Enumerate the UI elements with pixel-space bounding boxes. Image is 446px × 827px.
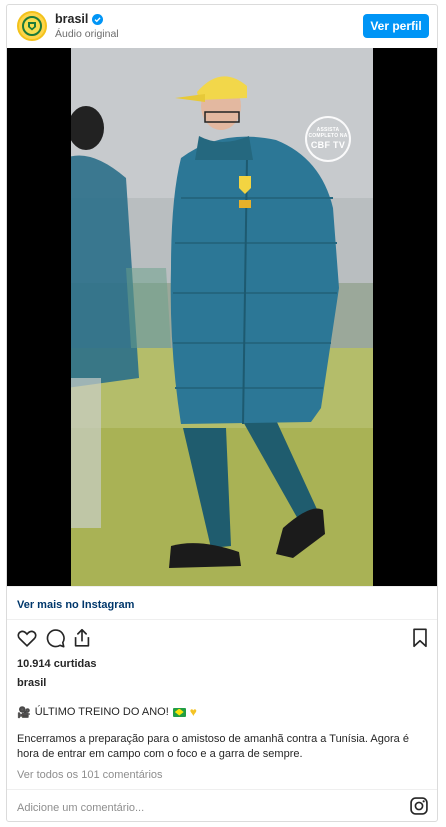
cbf-tv-watermark: ASSISTA COMPLETO NA CBF TV (305, 116, 351, 162)
caption-title: ÚLTIMO TREINO DO ANO! (34, 706, 169, 718)
username[interactable]: brasil (55, 12, 88, 26)
like-count[interactable]: 10.914 curtidas (17, 658, 97, 670)
caption-username[interactable]: brasil (17, 677, 46, 689)
video-frame: ASSISTA COMPLETO NA CBF TV (71, 48, 373, 586)
divider (7, 619, 437, 620)
view-all-comments-link[interactable]: Ver todos os 101 comentários (17, 769, 163, 781)
comment-icon[interactable] (44, 627, 66, 649)
verified-icon (92, 13, 104, 25)
caption-headline: 🎥 ÚLTIMO TREINO DO ANO! ♥ (17, 705, 197, 719)
comment-input[interactable]: Adicione um comentário... (17, 802, 144, 814)
user-block: brasil Áudio original (55, 12, 119, 40)
comment-bar: Adicione um comentário... (7, 789, 437, 821)
caption-body: Encerramos a preparação para o amistoso … (17, 733, 409, 760)
action-bar (7, 627, 437, 653)
audio-label[interactable]: Áudio original (55, 28, 119, 40)
heart-icon[interactable] (16, 627, 38, 649)
cbf-crest-icon (22, 16, 42, 36)
instagram-embed-card: brasil Áudio original Ver perfil ASSISTA… (6, 4, 438, 822)
yellow-heart-icon: ♥ (189, 705, 197, 719)
post-header: brasil Áudio original Ver perfil (7, 5, 437, 47)
avatar[interactable] (17, 11, 47, 41)
watermark-top-text: ASSISTA COMPLETO NA (308, 127, 348, 139)
view-more-instagram-link[interactable]: Ver mais no Instagram (17, 599, 134, 611)
instagram-icon[interactable] (409, 796, 429, 816)
bookmark-icon[interactable] (409, 627, 431, 649)
watermark-brand-text: CBF TV (310, 140, 346, 150)
movie-camera-icon: 🎥 (17, 706, 31, 719)
brazil-flag-icon (172, 707, 186, 717)
view-profile-button[interactable]: Ver perfil (363, 14, 429, 38)
divider (7, 586, 437, 587)
video-player[interactable]: ASSISTA COMPLETO NA CBF TV (7, 48, 437, 586)
share-icon[interactable] (71, 627, 93, 649)
